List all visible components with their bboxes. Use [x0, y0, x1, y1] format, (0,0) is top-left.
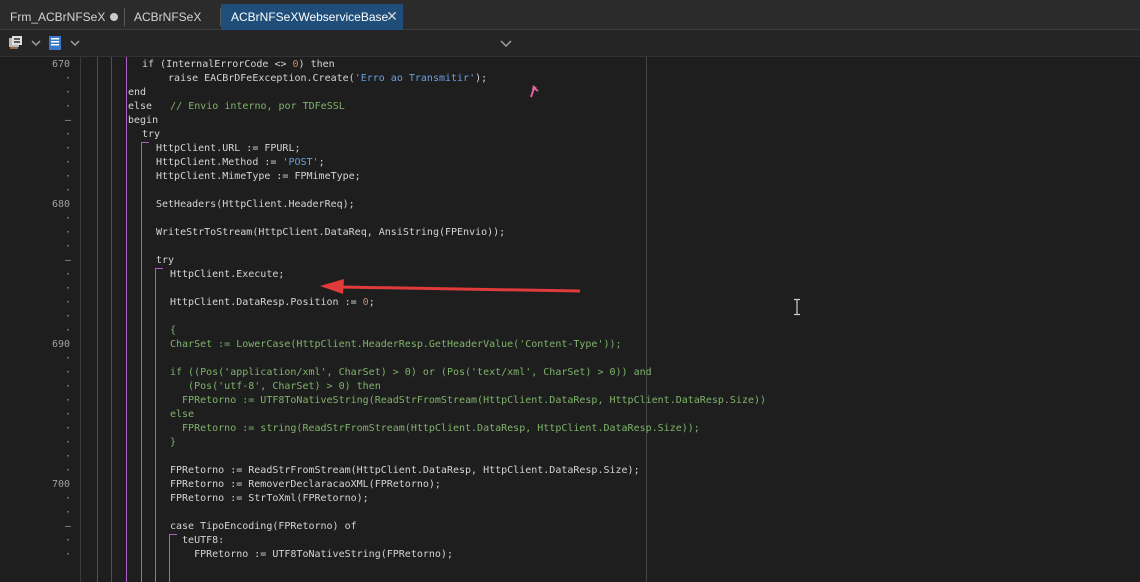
code-token: FPRetorno := string(ReadStrFromStream(Ht… [170, 423, 700, 434]
text-cursor-icon [794, 298, 800, 316]
code-line: if ((Pos('application/xml', CharSet) > 0… [0, 366, 1140, 380]
fold-guide [155, 268, 163, 269]
code-line: HttpClient.DataResp.Position := 0; [0, 296, 1140, 310]
code-token: } [170, 437, 177, 448]
code-line: HttpClient.MimeType := FPMimeType; [0, 170, 1140, 184]
code-token: begin [128, 115, 159, 126]
code-line: FPRetorno := string(ReadStrFromStream(Ht… [0, 422, 1140, 436]
code-line: end [0, 86, 1140, 100]
code-token: try [142, 129, 161, 140]
code-line: raise EACBrDFeException.Create('Erro ao … [0, 72, 1140, 86]
fold-guide [126, 57, 127, 582]
code-token: { [170, 325, 177, 336]
fold-guide [141, 142, 149, 143]
code-token: FPRetorno := ReadStrFromStream(HttpClien… [170, 465, 640, 476]
tab-label: ACBrNFSeX [134, 10, 202, 24]
code-line: FPRetorno := UTF8ToNativeString(ReadStrF… [0, 394, 1140, 408]
fold-guide [169, 534, 170, 582]
annotation-arrow-icon [320, 279, 581, 294]
code-token: ) then [298, 59, 335, 70]
jump-marker-icon[interactable] [529, 84, 541, 98]
code-token: HttpClient.Method := [156, 157, 283, 168]
code-line: FPRetorno := ReadStrFromStream(HttpClien… [0, 464, 1140, 478]
modified-indicator-icon [110, 13, 118, 21]
fold-guide [141, 142, 142, 582]
code-line: CharSet := LowerCase(HttpClient.HeaderRe… [0, 338, 1140, 352]
code-token: CharSet := LowerCase(HttpClient.HeaderRe… [170, 339, 622, 350]
editor-toolbar [0, 30, 1140, 57]
code-editor[interactable]: 670 · · · – · · · · · 680 · · · – · · · · · 690 · · · · · · · · · 700 ·… [0, 57, 1140, 582]
code-line: FPRetorno := RemoverDeclaracaoXML(FPReto… [0, 478, 1140, 492]
code-token: (Pos('utf-8', CharSet) > 0) then [170, 381, 381, 392]
code-token: ; [318, 157, 325, 168]
code-token: // Envio interno, por TDFeSSL [170, 101, 345, 112]
code-token: if ((Pos('application/xml', CharSet) > 0… [170, 367, 652, 378]
code-token: FPRetorno := UTF8ToNativeString(FPRetorn… [170, 549, 453, 560]
code-line: else [0, 408, 1140, 422]
code-token: HttpClient.DataResp.Position := [170, 297, 363, 308]
tab-label: ACBrNFSeXWebserviceBase [231, 10, 389, 24]
unit-view-icon[interactable] [47, 35, 63, 51]
tab-bar: Frm_ACBrNFSeX ACBrNFSeX ACBrNFSeXWebserv… [0, 0, 1140, 30]
code-token: raise EACBrDFeException.Create( [156, 73, 355, 84]
code-line: { [0, 324, 1140, 338]
close-tab-icon[interactable]: ✕ [384, 4, 400, 30]
code-token: ); [475, 73, 488, 84]
code-token: case TipoEncoding(FPRetorno) of [170, 521, 357, 532]
chevron-down-icon[interactable] [499, 37, 513, 51]
code-token: teUTF8: [170, 535, 225, 546]
code-token: HttpClient.URL := FPURL; [156, 143, 301, 154]
code-line: HttpClient.URL := FPURL; [0, 142, 1140, 156]
code-line: HttpClient.Method := 'POST'; [0, 156, 1140, 170]
tab-acbrnfsexwebservicebase[interactable]: ACBrNFSeXWebserviceBase [221, 4, 403, 30]
tab-acbrnfsex[interactable]: ACBrNFSeX [124, 4, 220, 30]
code-token: FPRetorno := RemoverDeclaracaoXML(FPReto… [170, 479, 441, 490]
code-line: teUTF8: [0, 534, 1140, 548]
code-line: try [0, 254, 1140, 268]
ide-window: { "tabs": [ {"label": "Frm_ACBrNFSeX", "… [0, 0, 1140, 582]
code-line: case TipoEncoding(FPRetorno) of [0, 520, 1140, 534]
code-token: end [128, 87, 147, 98]
code-line: try [0, 128, 1140, 142]
tab-label: Frm_ACBrNFSeX [10, 10, 106, 24]
code-token: SetHeaders(HttpClient.HeaderReq); [156, 199, 355, 210]
fold-guide [169, 534, 177, 535]
code-token: HttpClient.Execute; [170, 269, 285, 280]
code-token: try [156, 255, 175, 266]
code-token: FPRetorno := StrToXml(FPRetorno); [170, 493, 369, 504]
code-line: FPRetorno := UTF8ToNativeString(FPRetorn… [0, 548, 1140, 562]
code-token: HttpClient.MimeType := FPMimeType; [156, 171, 361, 182]
code-token: WriteStrToStream(HttpClient.DataReq, Ans… [156, 227, 506, 238]
tab-frm-acbrnfsex[interactable]: Frm_ACBrNFSeX [0, 4, 124, 30]
code-line: else // Envio interno, por TDFeSSL [0, 100, 1140, 114]
code-token: 'POST' [282, 157, 319, 168]
code-line: if (InternalErrorCode <> 0) then [0, 58, 1140, 72]
chevron-down-icon[interactable] [29, 36, 43, 50]
code-token: ; [368, 297, 375, 308]
fold-guide [155, 268, 156, 582]
code-token: else [128, 101, 171, 112]
code-line: begin [0, 114, 1140, 128]
code-token: else [170, 409, 195, 420]
code-line: FPRetorno := StrToXml(FPRetorno); [0, 492, 1140, 506]
code-line: WriteStrToStream(HttpClient.DataReq, Ans… [0, 226, 1140, 240]
code-line: (Pos('utf-8', CharSet) > 0) then [0, 380, 1140, 394]
code-token: 'Erro ao Transmitir' [354, 73, 476, 84]
component-palette-icon[interactable] [8, 35, 24, 51]
code-token: FPRetorno := UTF8ToNativeString(ReadStrF… [170, 395, 767, 406]
code-token: if (InternalErrorCode <> [142, 59, 293, 70]
code-line: } [0, 436, 1140, 450]
code-line: SetHeaders(HttpClient.HeaderReq); [0, 198, 1140, 212]
chevron-down-icon[interactable] [68, 36, 82, 50]
